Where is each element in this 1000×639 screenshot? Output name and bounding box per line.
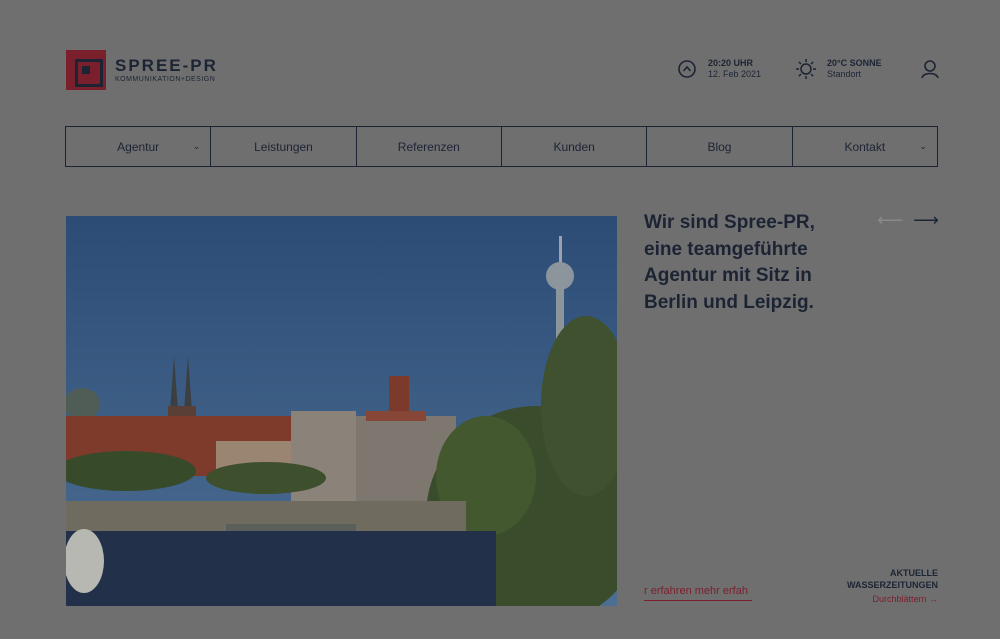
brand-name: SPREE-PR (115, 56, 218, 75)
nav-label: Agentur (117, 139, 160, 154)
sun-icon (795, 58, 817, 80)
user-icon[interactable] (919, 58, 941, 80)
nav-item-kontakt[interactable]: Kontakt ⌄ (793, 127, 937, 166)
water-title-line2: WASSERZEITUNGEN (846, 580, 938, 590)
nav-label: Blog (707, 139, 732, 154)
time-value: 20:20 UHR (708, 58, 754, 68)
brand-tagline: KOMMUNIKATION+DESIGN (115, 76, 216, 83)
slider-arrows: ⟵ ⟶ (876, 210, 940, 230)
browse-link[interactable]: Durchblättern → (847, 593, 938, 605)
nav-label: Leistungen (254, 139, 313, 154)
clock-icon (676, 58, 698, 80)
nav-item-blog[interactable]: Blog (647, 127, 793, 166)
weather-location: Standort (827, 69, 862, 79)
weather-widget: 20°C SONNE Standort (795, 58, 882, 80)
nav-label: Kunden (553, 139, 595, 154)
main-nav: Agentur ⌄ Leistungen Referenzen Kunden B… (65, 126, 938, 167)
water-title-line1: AKTUELLE (890, 568, 938, 578)
nav-item-leistungen[interactable]: Leistungen (211, 127, 357, 166)
water-newspaper-teaser: AKTUELLE WASSERZEITUNGEN Durchblättern → (847, 567, 938, 605)
nav-label: Referenzen (397, 139, 460, 154)
chevron-down-icon: ⌄ (919, 141, 927, 151)
nav-item-agentur[interactable]: Agentur ⌄ (66, 127, 212, 166)
hero-image (66, 216, 617, 606)
weather-value: 20°C SONNE (827, 58, 882, 68)
time-text: 20:20 UHR 12. Feb 2021 (708, 58, 761, 80)
arrow-right-icon[interactable]: ⟶ (912, 210, 940, 230)
nav-item-referenzen[interactable]: Referenzen (357, 127, 502, 166)
logo-mark-icon (66, 50, 106, 90)
chevron-down-icon: ⌄ (192, 141, 201, 151)
arrow-left-icon[interactable]: ⟵ (876, 210, 904, 230)
nav-item-kunden[interactable]: Kunden (502, 127, 648, 166)
date-value: 12. Feb 2021 (708, 69, 762, 79)
brand-logo[interactable]: SPREE-PR KOMMUNIKATION+DESIGN (66, 50, 218, 90)
logo-text: SPREE-PR KOMMUNIKATION+DESIGN (115, 57, 218, 83)
time-widget: 20:20 UHR 12. Feb 2021 (676, 58, 761, 80)
weather-text: 20°C SONNE Standort (827, 58, 882, 80)
nav-label: Kontakt (844, 139, 886, 154)
hero-headline: Wir sind Spree-PR, eine teamgeführte Age… (644, 212, 815, 313)
learn-more-link[interactable]: r erfahren mehr erfah (644, 585, 752, 601)
